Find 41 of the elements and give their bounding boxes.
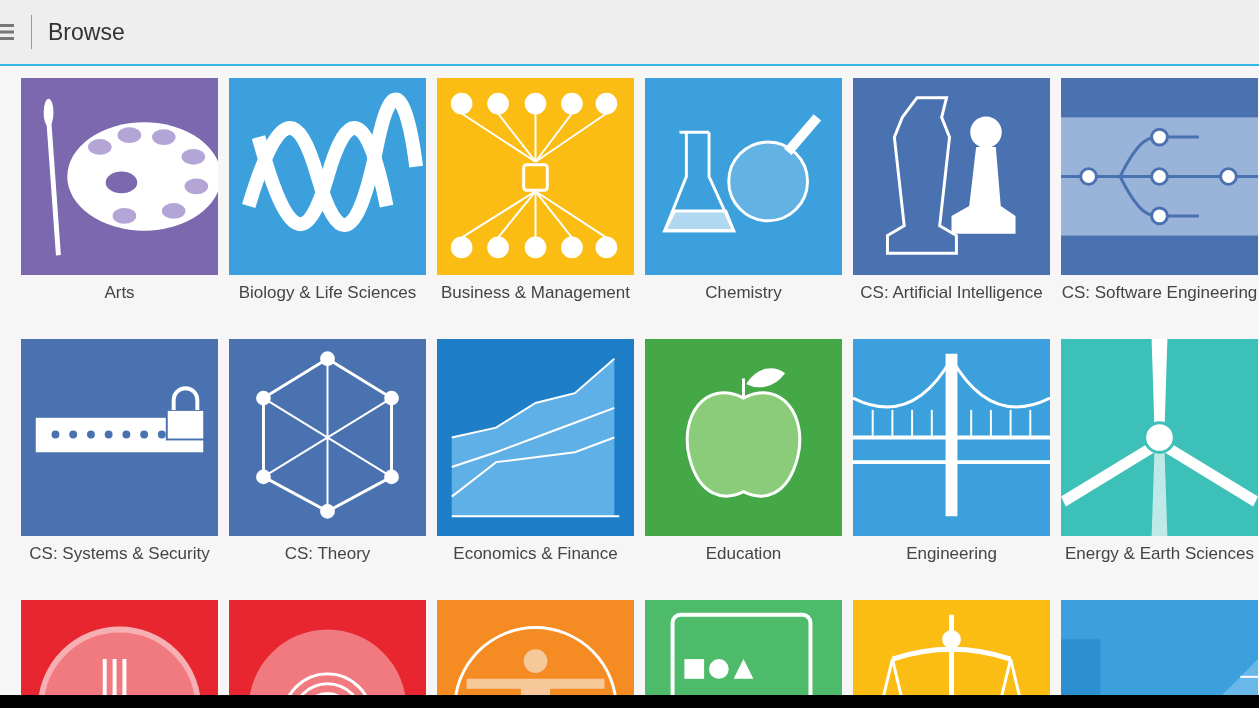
document-icon xyxy=(670,612,813,695)
scales-icon xyxy=(879,612,1024,695)
network-lock-icon xyxy=(450,92,618,259)
category-label: Engineering xyxy=(905,543,998,564)
flasks-icon xyxy=(662,114,822,233)
fingerprint-icon xyxy=(248,629,407,695)
human-figure-icon xyxy=(453,626,618,695)
category-label: Biology & Life Sciences xyxy=(237,282,418,303)
palette-icon xyxy=(43,98,218,256)
category-label: CS: Artificial Intelligence xyxy=(859,282,1044,303)
category-label: Energy & Earth Sciences xyxy=(1064,543,1255,564)
category-label: Business & Management xyxy=(440,282,631,303)
category-tile[interactable] xyxy=(1061,339,1258,536)
chess-pieces-icon xyxy=(886,96,1016,255)
hexagon-network-icon xyxy=(256,351,399,519)
category-label: CS: Theory xyxy=(283,543,372,564)
dna-icon xyxy=(242,93,423,232)
category-tile[interactable] xyxy=(645,78,842,275)
page-title: Browse xyxy=(48,17,125,47)
category-tile[interactable] xyxy=(229,78,426,275)
category-tile[interactable] xyxy=(853,78,1050,275)
category-tile[interactable] xyxy=(1061,78,1258,275)
category-tile[interactable] xyxy=(853,339,1050,536)
category-tile[interactable] xyxy=(229,339,426,536)
category-tile[interactable] xyxy=(21,78,218,275)
category-label: Education xyxy=(704,543,783,564)
category-tile[interactable] xyxy=(437,339,634,536)
category-label: CS: Software Engineering xyxy=(1060,282,1259,303)
apple-icon xyxy=(685,368,802,498)
line-chart-icon xyxy=(450,357,621,518)
category-tile[interactable] xyxy=(437,78,634,275)
category-label: Chemistry xyxy=(704,282,783,303)
category-tile[interactable] xyxy=(21,339,218,536)
bridge-icon xyxy=(853,353,1050,517)
plate-fork-icon xyxy=(37,626,202,695)
menu-icon[interactable] xyxy=(0,23,14,41)
category-tile[interactable] xyxy=(645,339,842,536)
category-label: Arts xyxy=(103,282,136,303)
category-label: Economics & Finance xyxy=(452,543,619,564)
router-lock-icon xyxy=(35,386,206,453)
category-label: CS: Systems & Security xyxy=(28,543,211,564)
